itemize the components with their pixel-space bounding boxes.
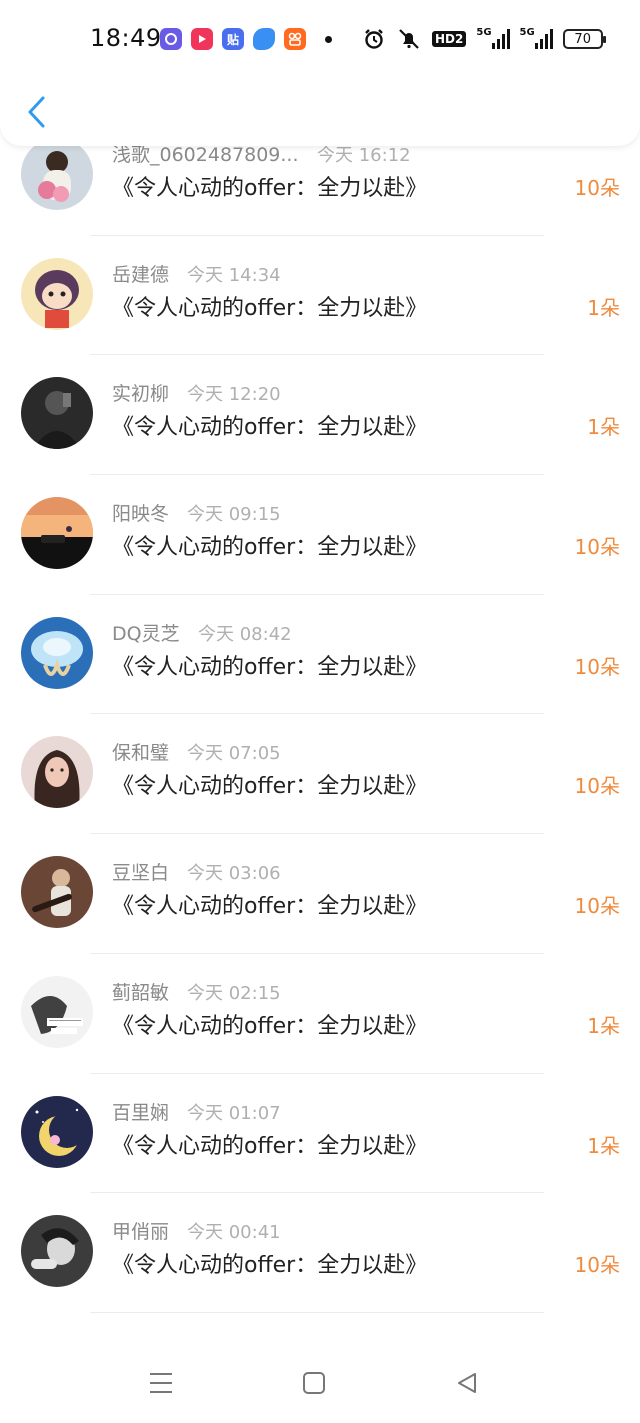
flower-count: 10朵 xyxy=(574,535,620,560)
notification-app-icons: 贴 xyxy=(160,28,332,50)
home-square-icon xyxy=(303,1372,325,1394)
timestamp: 今天 02:15 xyxy=(187,982,281,1004)
avatar[interactable] xyxy=(21,856,93,929)
avatar[interactable] xyxy=(21,1095,93,1168)
flower-count: 10朵 xyxy=(574,176,620,200)
avatar[interactable] xyxy=(21,736,93,809)
avatar[interactable] xyxy=(21,1215,93,1288)
list-item[interactable]: 阳映冬 今天 09:15 《令人心动的offer：全力以赴》 10朵 xyxy=(0,475,640,595)
system-status-icons: HD2 5G 5G 70 xyxy=(362,27,606,51)
user-name[interactable]: 甲俏丽 xyxy=(112,1217,169,1244)
user-name[interactable]: 岳建德 xyxy=(112,260,169,287)
user-name[interactable]: 保和璧 xyxy=(112,738,169,765)
gift-target-title: 《令人心动的offer：全力以赴》 xyxy=(112,1253,428,1279)
alarm-icon xyxy=(362,27,386,51)
video-play-icon xyxy=(191,28,213,50)
timestamp: 今天 07:05 xyxy=(187,743,281,765)
gift-target-title: 《令人心动的offer：全力以赴》 xyxy=(112,1013,428,1039)
gift-target-title: 《令人心动的offer：全力以赴》 xyxy=(112,415,428,441)
circle-app-icon xyxy=(160,28,182,50)
user-name[interactable]: 蓟韶敏 xyxy=(112,978,169,1005)
flower-count: 1朵 xyxy=(587,1133,620,1158)
list-item[interactable]: 保和璧 今天 07:05 《令人心动的offer：全力以赴》 10朵 xyxy=(0,714,640,835)
user-name[interactable]: 实初柳 xyxy=(112,379,169,406)
signal-5g-icon-2: 5G xyxy=(520,27,553,51)
menu-button[interactable] xyxy=(146,1368,176,1398)
avatar[interactable] xyxy=(21,616,93,689)
user-name[interactable]: 阳映冬 xyxy=(112,499,169,526)
status-bar: 18:49 贴 HD2 5G 5G 70 xyxy=(0,0,640,80)
user-name[interactable]: DQ灵芝 xyxy=(112,619,180,646)
timestamp: 今天 09:15 xyxy=(187,504,281,526)
chevron-left-icon xyxy=(28,96,45,128)
flower-count: 10朵 xyxy=(574,654,620,679)
gift-target-title: 《令人心动的offer：全力以赴》 xyxy=(112,1133,428,1159)
flower-count: 1朵 xyxy=(587,415,620,440)
gift-target-title: 《令人心动的offer：全力以赴》 xyxy=(112,535,428,561)
gift-target-title: 《令人心动的offer：全力以赴》 xyxy=(112,654,428,680)
gift-record-list[interactable]: 浅歌_0602487809... 今天 16:12 《令人心动的offer：全力以赴… xyxy=(0,146,640,1336)
flower-count: 10朵 xyxy=(574,774,620,799)
timestamp: 今天 03:06 xyxy=(187,863,281,885)
timestamp: 今天 00:41 xyxy=(187,1222,281,1244)
back-button[interactable] xyxy=(20,92,52,132)
more-notifications-dot-icon xyxy=(325,35,332,43)
timestamp: 今天 01:07 xyxy=(187,1102,281,1124)
list-item[interactable]: 豆坚白 今天 03:06 《令人心动的offer：全力以赴》 10朵 xyxy=(0,834,640,954)
list-item[interactable]: DQ灵芝 今天 08:42 《令人心动的offer：全力以赴》 10朵 xyxy=(0,595,640,715)
timestamp: 今天 16:12 xyxy=(317,146,411,166)
home-button[interactable] xyxy=(299,1368,329,1398)
mute-bell-icon xyxy=(396,27,422,51)
list-item[interactable]: 实初柳 今天 12:20 《令人心动的offer：全力以赴》 1朵 xyxy=(0,355,640,476)
flower-count: 10朵 xyxy=(574,1253,620,1278)
battery-level: 70 xyxy=(574,31,591,47)
flower-count: 10朵 xyxy=(574,894,620,919)
timestamp: 今天 14:34 xyxy=(187,264,281,286)
list-item[interactable]: 岳建德 今天 14:34 《令人心动的offer：全力以赴》 1朵 xyxy=(0,236,640,356)
status-time: 18:49 xyxy=(90,24,162,52)
gift-target-title: 《令人心动的offer：全力以赴》 xyxy=(112,176,428,201)
gift-target-title: 《令人心动的offer：全力以赴》 xyxy=(112,894,428,920)
gift-record-list-inner: 浅歌_0602487809... 今天 16:12 《令人心动的offer：全力以赴… xyxy=(0,146,640,1313)
signal-5g-icon-1: 5G xyxy=(476,27,510,51)
flower-count: 1朵 xyxy=(587,295,620,320)
flower-count: 1朵 xyxy=(587,1013,620,1038)
list-item[interactable]: 浅歌_0602487809... 今天 16:12 《令人心动的offer：全力以赴… xyxy=(0,146,640,236)
list-item[interactable]: 百里娴 今天 01:07 《令人心动的offer：全力以赴》 1朵 xyxy=(0,1074,640,1194)
row-divider xyxy=(90,1311,544,1313)
avatar[interactable] xyxy=(21,497,93,570)
list-item[interactable]: 甲俏丽 今天 00:41 《令人心动的offer：全力以赴》 10朵 xyxy=(0,1193,640,1313)
list-item[interactable]: 蓟韶敏 今天 02:15 《令人心动的offer：全力以赴》 1朵 xyxy=(0,954,640,1074)
gift-target-title: 《令人心动的offer：全力以赴》 xyxy=(112,295,428,321)
battery-icon: 70 xyxy=(562,29,606,49)
avatar[interactable] xyxy=(21,257,93,330)
blue-app-icon xyxy=(253,28,275,50)
back-nav-button[interactable] xyxy=(452,1368,482,1398)
kuaishou-icon xyxy=(284,28,306,50)
gift-target-title: 《令人心动的offer：全力以赴》 xyxy=(112,774,428,800)
user-name[interactable]: 浅歌_0602487809... xyxy=(112,146,299,167)
hd-icon: HD2 xyxy=(432,27,467,51)
user-name[interactable]: 豆坚白 xyxy=(112,858,169,885)
user-name[interactable]: 百里娴 xyxy=(112,1098,169,1125)
tieba-icon: 贴 xyxy=(222,28,244,50)
avatar[interactable] xyxy=(21,146,93,210)
system-navigation-bar xyxy=(0,1336,640,1423)
timestamp: 今天 08:42 xyxy=(198,623,292,645)
avatar[interactable] xyxy=(21,377,93,450)
timestamp: 今天 12:20 xyxy=(187,384,281,406)
menu-icon xyxy=(150,1373,172,1393)
avatar[interactable] xyxy=(21,975,93,1048)
back-triangle-icon xyxy=(458,1373,476,1393)
